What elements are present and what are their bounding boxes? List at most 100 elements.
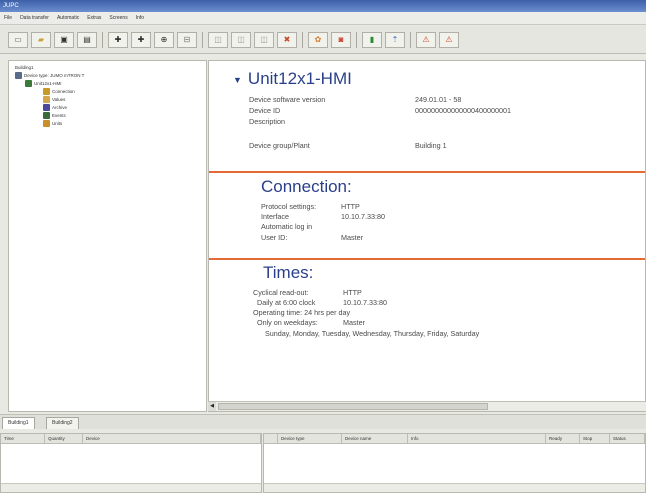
times-line-label: Sunday, Monday, Tuesday, Wednesday, Thur… bbox=[265, 329, 480, 338]
open-icon[interactable]: ▰ bbox=[31, 31, 51, 48]
values-icon bbox=[43, 96, 50, 103]
scroll-thumb[interactable] bbox=[218, 403, 488, 410]
bottom-left-scrollbar[interactable] bbox=[1, 483, 261, 492]
tab-building2[interactable]: Building2 bbox=[46, 417, 79, 429]
field-value: Master bbox=[341, 233, 363, 242]
field-value: 249.01.01 - 58 bbox=[415, 95, 462, 104]
toolbar-separator bbox=[202, 31, 203, 48]
device-icon bbox=[25, 80, 32, 87]
column-header-ready[interactable]: Ready bbox=[546, 434, 580, 444]
toolbar-separator bbox=[302, 31, 303, 48]
tree-item-label: Archive bbox=[52, 105, 68, 110]
up-icon[interactable]: ⇡ bbox=[385, 31, 405, 48]
tree-root-label: Building1 bbox=[15, 65, 34, 70]
toolbar: ▭ ▰ ▣ ▤ ✚ ✚ ⊕ ⊟ ◫ ◫ ◫ ✖ ✿ ◙ ▮ ⇡ ⚠ ⚠ bbox=[0, 26, 646, 54]
new-icon[interactable]: ▭ bbox=[8, 31, 28, 48]
section-divider bbox=[209, 258, 645, 260]
move-down-icon[interactable]: ✚ bbox=[131, 31, 151, 48]
scroll-left-icon[interactable]: ◀ bbox=[208, 402, 216, 411]
tree-item-values[interactable]: Values bbox=[43, 96, 65, 103]
field-label: Interface bbox=[261, 212, 289, 221]
tab-building1[interactable]: Building1 bbox=[2, 417, 35, 429]
device-tree-pane: Building1 Device type: JUMO mTRON T Unit… bbox=[8, 60, 207, 412]
warning2-icon[interactable]: ⚠ bbox=[439, 31, 459, 48]
column-header-device-name[interactable]: Device name bbox=[342, 434, 408, 444]
bottom-right-list: Device type Device name Info Ready Stop … bbox=[263, 433, 646, 493]
tools-icon[interactable]: ✖ bbox=[277, 31, 297, 48]
device-detail-pane: ▼ Unit12x1-HMI Device software version 24… bbox=[208, 60, 646, 412]
connect-icon[interactable]: ⊕ bbox=[154, 31, 174, 48]
paste-icon[interactable]: ◫ bbox=[231, 31, 251, 48]
times-line-label: Daily at 6:00 clock bbox=[257, 298, 316, 307]
times-line-label: Operating time: 24 hrs per day bbox=[253, 308, 351, 317]
menu-info[interactable]: Info bbox=[136, 15, 144, 21]
bottom-left-list: Time Quantity Device bbox=[0, 433, 262, 493]
device-type-icon bbox=[15, 72, 22, 79]
title-bar: JUPC bbox=[0, 0, 646, 12]
column-header-stop[interactable]: Stop bbox=[580, 434, 610, 444]
column-header-info[interactable]: Info bbox=[408, 434, 546, 444]
disconnect-icon[interactable]: ⊟ bbox=[177, 31, 197, 48]
bottom-right-scrollbar[interactable] bbox=[264, 483, 645, 492]
field-value: 10.10.7.33:80 bbox=[341, 212, 385, 221]
tree-item-events[interactable]: Events bbox=[43, 112, 66, 119]
field-label: Protocol settings: bbox=[261, 202, 317, 211]
tree-item-label: Events bbox=[52, 113, 66, 118]
toolbar-separator bbox=[410, 31, 411, 48]
connection-title: Connection: bbox=[261, 177, 352, 196]
times-line-value: 10.10.7.33:80 bbox=[343, 298, 387, 307]
copy-icon[interactable]: ◫ bbox=[208, 31, 228, 48]
warning-icon[interactable]: ⚠ bbox=[416, 31, 436, 48]
app-window: JUPC File Data transfer Automatic Extras… bbox=[0, 0, 646, 493]
toolbar-separator bbox=[356, 31, 357, 48]
column-header-device[interactable]: Device bbox=[83, 434, 261, 444]
field-value: HTTP bbox=[341, 202, 360, 211]
refresh-icon[interactable]: ◙ bbox=[331, 31, 351, 48]
column-header-time[interactable]: Time bbox=[1, 434, 45, 444]
tree-device-type[interactable]: Device type: JUMO mTRON T bbox=[15, 72, 84, 79]
device-title: ▼ Unit12x1-HMI bbox=[233, 69, 352, 89]
tree-item-label: Connection bbox=[52, 89, 75, 94]
field-label: Description bbox=[249, 117, 285, 126]
archive-icon bbox=[43, 104, 50, 111]
times-line-label: Cyclical read-out: bbox=[253, 288, 309, 297]
menu-file[interactable]: File bbox=[4, 15, 12, 21]
field-value: Building 1 bbox=[415, 141, 447, 150]
units-icon bbox=[43, 120, 50, 127]
delete-icon[interactable]: ◫ bbox=[254, 31, 274, 48]
field-label: User ID: bbox=[261, 233, 288, 242]
times-line-value: Master bbox=[343, 318, 365, 327]
chart-icon[interactable]: ✿ bbox=[308, 31, 328, 48]
detail-horizontal-scrollbar[interactable]: ◀ bbox=[208, 401, 646, 411]
tree-device[interactable]: Unit12x1-HMI bbox=[25, 80, 62, 87]
times-title: Times: bbox=[263, 263, 314, 282]
settings-icon[interactable]: ▮ bbox=[362, 31, 382, 48]
move-up-icon[interactable]: ✚ bbox=[108, 31, 128, 48]
events-icon bbox=[43, 112, 50, 119]
building-tabs: Building1 Building2 bbox=[0, 414, 646, 429]
tree-item-label: Values bbox=[52, 97, 66, 102]
device-name: Unit12x1-HMI bbox=[247, 69, 352, 88]
times-line-value: HTTP bbox=[343, 288, 362, 297]
tree-item-units[interactable]: Units bbox=[43, 120, 62, 127]
menu-screens[interactable]: Screens bbox=[109, 15, 127, 21]
tree-root[interactable]: Building1 bbox=[15, 65, 34, 70]
save-icon[interactable]: ▣ bbox=[54, 31, 74, 48]
menu-extras[interactable]: Extras bbox=[87, 15, 101, 21]
field-value: 000000000000000400000001 bbox=[415, 106, 511, 115]
tree-item-connection[interactable]: Connection bbox=[43, 88, 75, 95]
column-header-status[interactable]: Status bbox=[610, 434, 645, 444]
field-label: Automatic log in bbox=[261, 222, 313, 231]
connection-icon bbox=[43, 88, 50, 95]
column-header-quantity[interactable]: Quantity bbox=[45, 434, 83, 444]
section-divider bbox=[209, 171, 645, 173]
menu-bar: File Data transfer Automatic Extras Scre… bbox=[0, 12, 646, 25]
column-header-device-type[interactable]: Device type bbox=[278, 434, 342, 444]
times-line-label: Only on weekdays: bbox=[257, 318, 318, 327]
toolbar-separator bbox=[102, 31, 103, 48]
menu-automatic[interactable]: Automatic bbox=[57, 15, 79, 21]
print-icon[interactable]: ▤ bbox=[77, 31, 97, 48]
menu-data-transfer[interactable]: Data transfer bbox=[20, 15, 49, 21]
tree-item-archive[interactable]: Archive bbox=[43, 104, 67, 111]
collapse-arrow-icon[interactable]: ▼ bbox=[233, 75, 242, 85]
